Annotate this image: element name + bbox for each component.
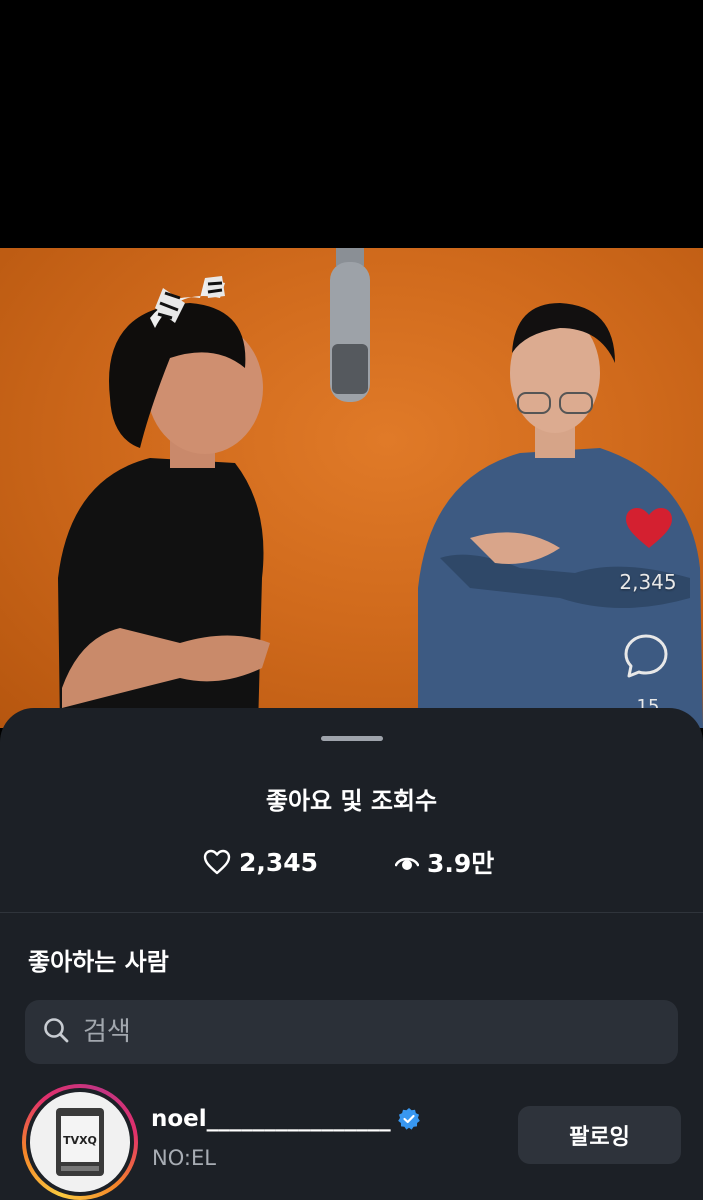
heart-outline-icon (203, 849, 231, 875)
list-item[interactable]: TVXQ noel________________ NO:EL 팔로잉 (0, 1076, 703, 1200)
story-ring[interactable]: TVXQ (22, 1084, 138, 1200)
sheet-grabber[interactable] (321, 736, 383, 741)
like-heart-icon[interactable] (614, 498, 684, 558)
search-input[interactable] (83, 1017, 643, 1047)
following-button[interactable]: 팔로잉 (518, 1106, 681, 1164)
album-logo-icon: TVXQ (56, 1108, 104, 1176)
likes-stat-value: 2,345 (239, 847, 319, 877)
stats-row: 2,345 3.9만 (0, 844, 703, 880)
views-stat: 3.9만 (395, 844, 494, 880)
album-logo-text: TVXQ (63, 1134, 97, 1147)
likes-and-views-sheet: 좋아요 및 조회수 2,345 3.9만 좋아하는 사람 검색 TVXQ noe… (0, 708, 703, 1200)
sheet-title: 좋아요 및 조회수 (265, 787, 438, 815)
letterbox-top (0, 0, 703, 248)
views-stat-value: 3.9만 (427, 849, 495, 878)
avatar: TVXQ (30, 1092, 130, 1192)
full-name: NO:EL (152, 1146, 216, 1170)
username-wrap[interactable]: noel________________ (151, 1106, 421, 1132)
reel-video[interactable] (0, 248, 703, 728)
eye-icon (395, 853, 419, 871)
likes-stat: 2,345 (203, 844, 318, 880)
username[interactable]: noel________________ (151, 1106, 391, 1132)
divider (0, 912, 703, 913)
reel-like-count: 2,345 (619, 570, 677, 594)
likers-section-title: 좋아하는 사람 (28, 948, 169, 976)
verified-badge-icon (397, 1107, 421, 1131)
search-bar[interactable] (25, 1000, 678, 1064)
search-icon (43, 1017, 69, 1047)
video-frame-illustration (58, 248, 703, 728)
comment-icon[interactable] (622, 632, 674, 684)
